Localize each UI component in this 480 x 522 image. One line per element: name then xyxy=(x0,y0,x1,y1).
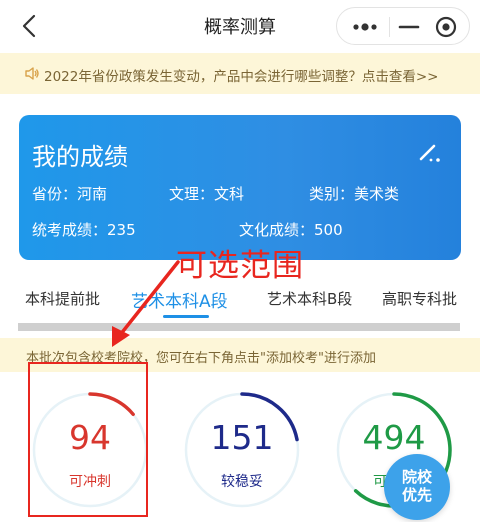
batch-tabs: 本科提前批 艺术本科A段 艺术本科B段 高职专科批 xyxy=(0,282,480,322)
gauge-wen[interactable]: 151 较稳妥 xyxy=(182,390,302,510)
tab-scroll-track[interactable] xyxy=(18,323,460,331)
close-target-icon[interactable] xyxy=(435,16,457,38)
tab-yishu-benke-a[interactable]: 艺术本科A段 xyxy=(131,287,228,312)
mini-program-capsule xyxy=(336,7,470,45)
minimize-icon[interactable] xyxy=(397,21,421,33)
annotation-label: 可选范围 xyxy=(176,248,304,284)
more-dots-icon[interactable] xyxy=(351,21,379,33)
fab-line-2: 优先 xyxy=(401,486,432,504)
province-value: 省份：河南 xyxy=(32,185,108,203)
gauge-count: 494 xyxy=(362,418,426,457)
category-value: 类别：美术类 xyxy=(309,185,400,203)
score-card-title: 我的成绩 xyxy=(32,143,128,171)
school-priority-button[interactable]: 院校 优先 xyxy=(384,454,450,520)
annotation-highlight-box xyxy=(28,362,148,517)
nav-bar: 概率测算 xyxy=(0,0,480,52)
capsule-divider xyxy=(389,17,390,37)
edit-pencil-icon[interactable] xyxy=(417,139,443,165)
tab-gaozhi-zhuanke[interactable]: 高职专科批 xyxy=(382,288,457,309)
score-card: 我的成绩 省份：河南 文理：文科 类别：美术类 统考成绩：235 文化成绩：50… xyxy=(19,115,461,260)
subject-value: 文理：文科 xyxy=(169,185,245,203)
culture-score-value: 文化成绩：500 xyxy=(239,221,343,239)
unified-score-value: 统考成绩：235 xyxy=(32,221,136,239)
fab-line-1: 院校 xyxy=(401,468,432,486)
notice-bar[interactable]: 2022年省份政策发生变动，产品中会进行哪些调整？点击查看>> xyxy=(0,53,480,94)
gauge-label: 较稳妥 xyxy=(221,474,263,490)
tab-yishu-benke-b[interactable]: 艺术本科B段 xyxy=(267,288,352,309)
tab-benke-tiqian[interactable]: 本科提前批 xyxy=(25,288,100,309)
gauge-count: 151 xyxy=(210,418,274,457)
speaker-icon xyxy=(25,67,39,80)
active-tab-indicator xyxy=(163,315,209,318)
notice-text[interactable]: 2022年省份政策发生变动，产品中会进行哪些调整？点击查看>> xyxy=(44,65,438,85)
